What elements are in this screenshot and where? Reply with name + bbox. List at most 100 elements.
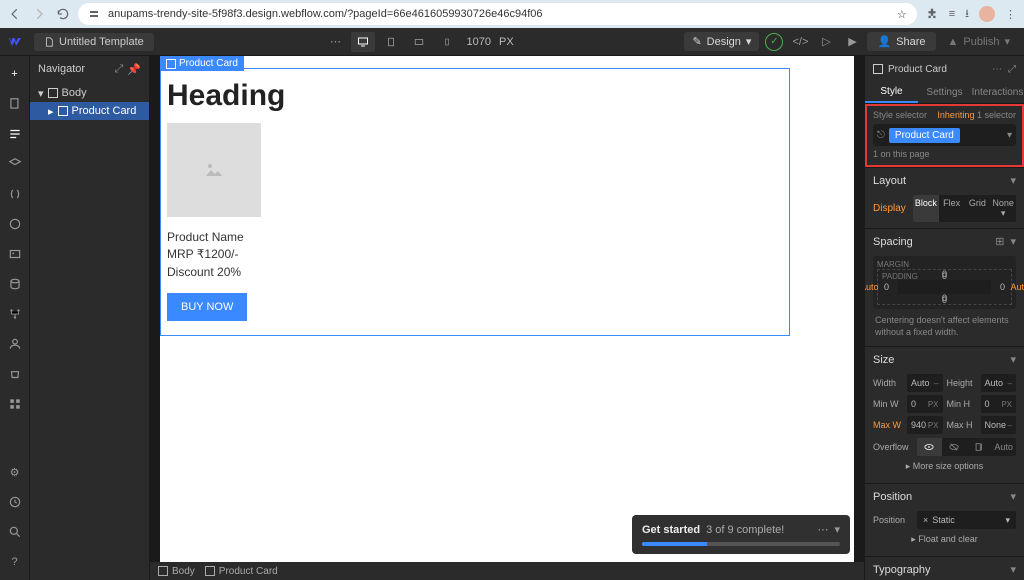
overflow-scroll-icon[interactable] [967,438,992,456]
download-icon[interactable]: ⭳ [965,5,969,24]
components-icon[interactable] [3,152,27,176]
reload-icon[interactable] [56,7,70,21]
code-icon[interactable]: </> [789,31,811,53]
tab-style[interactable]: Style [865,82,918,103]
tablet-landscape-icon[interactable] [407,32,431,52]
collapse-icon[interactable]: ⤢ [114,63,123,76]
star-icon[interactable]: ☆ [897,8,907,21]
overflow-hidden-icon[interactable] [942,438,967,456]
mobile-icon[interactable] [435,32,459,52]
selector-label: Style selector [873,110,927,120]
ecommerce-icon[interactable] [3,362,27,386]
pages-icon[interactable] [3,92,27,116]
padding-top[interactable]: 0 [942,271,947,281]
logic-icon[interactable] [3,302,27,326]
width-input[interactable]: Auto– [907,374,943,392]
navigator-icon[interactable] [3,122,27,146]
overflow-visible-icon[interactable] [917,438,942,456]
tab-settings[interactable]: Settings [918,82,971,103]
help-icon[interactable]: ? [3,550,27,574]
site-info-icon[interactable] [88,8,100,20]
product-text[interactable]: Product Name MRP ₹1200/- Discount 20% [167,229,783,281]
publish-button[interactable]: ▲ Publish ▾ [940,32,1019,51]
display-flex[interactable]: Flex [939,195,965,222]
forward-icon[interactable] [32,7,46,21]
toast-more-icon[interactable]: ⋯ [817,523,828,536]
audit-icon[interactable] [3,490,27,514]
padding-left[interactable]: 0 [884,282,889,292]
collapse-icon[interactable]: ▾ [1010,353,1016,366]
page-tab[interactable]: Untitled Template [34,33,154,51]
settings-icon[interactable]: ⚙ [3,460,27,484]
cms-icon[interactable] [3,272,27,296]
status-check-icon[interactable]: ✓ [763,31,785,53]
close-icon[interactable]: × [923,515,928,525]
float-clear[interactable]: ▸ Float and clear [873,529,1016,550]
add-icon[interactable]: + [3,62,27,86]
pin-icon[interactable]: 📌 [127,63,141,76]
webflow-logo-icon[interactable] [6,33,24,51]
crumb-body[interactable]: Body [158,566,195,577]
more-icon[interactable]: ⋯ [325,31,347,53]
margin-left[interactable]: Auto [864,282,879,292]
overflow-auto[interactable]: Auto [991,438,1016,456]
height-input[interactable]: Auto– [981,374,1017,392]
assets-icon[interactable] [3,242,27,266]
heading[interactable]: Heading [167,79,783,113]
product-card-element[interactable]: Product Card Heading Product Name MRP ₹1… [160,68,790,336]
canvas[interactable]: Product Card Heading Product Name MRP ₹1… [160,56,854,562]
canvas-width[interactable]: 1070 [467,36,491,48]
margin-right[interactable]: Auto [1010,282,1024,292]
position-select[interactable]: × Static ▾ [917,511,1016,529]
more-size-options[interactable]: ▸ More size options [873,456,1016,477]
collapse-icon[interactable]: ▾ [1010,235,1016,248]
display-block[interactable]: Block [913,195,939,222]
display-none[interactable]: None ▾ [990,195,1016,222]
apps-icon[interactable] [3,392,27,416]
get-started-toast[interactable]: Get started 3 of 9 complete! ⋯ ▾ [632,515,850,554]
crumb-product-card[interactable]: Product Card [205,566,278,577]
minw-input[interactable]: 0PX [907,395,943,413]
display-grid[interactable]: Grid [965,195,991,222]
profile-avatar[interactable] [979,6,995,22]
variables-icon[interactable] [3,182,27,206]
class-selector[interactable]: ⎋ Product Card ▾ [873,124,1016,146]
collapse-icon[interactable]: ▾ [1010,490,1016,503]
collapse-icon[interactable]: ▾ [1010,174,1016,187]
div-icon [58,106,68,116]
list-icon[interactable]: ≡ [949,8,955,20]
preview-icon[interactable]: ▷ [815,31,837,53]
design-mode-button[interactable]: ✎ Design ▾ [684,32,759,51]
styles-icon[interactable] [3,212,27,236]
navigator-panel: Navigator ⤢ 📌 ▾ Body ▸ Product Card [30,56,150,580]
kebab-icon[interactable]: ⋮ [1005,8,1016,21]
class-pill[interactable]: Product Card [889,128,960,143]
back-icon[interactable] [8,7,22,21]
collapse-icon[interactable]: ▾ [1010,563,1016,576]
style-tabs: Style Settings Interactions [865,82,1024,104]
spacing-editor[interactable]: MARGIN 0 0 Auto Auto PADDING 0 0 0 0 [873,256,1016,309]
play-icon[interactable]: ▶ [841,31,863,53]
padding-bottom[interactable]: 0 [942,293,947,303]
search-icon[interactable] [3,520,27,544]
tab-interactions[interactable]: Interactions [971,82,1024,103]
minh-input[interactable]: 0PX [981,395,1017,413]
spacing-preset-icon[interactable]: ⊞ [995,235,1004,248]
padding-right[interactable]: 0 [1000,282,1005,292]
url-bar[interactable]: anupams-trendy-site-5f98f3.design.webflo… [78,3,917,25]
tablet-icon[interactable] [379,32,403,52]
share-button[interactable]: 👤 Share [867,32,935,51]
buy-now-button[interactable]: BUY NOW [167,293,247,321]
chevron-down-icon[interactable]: ▾ [1007,130,1012,141]
toast-chevron-icon[interactable]: ▾ [834,523,840,536]
nav-item-product-card[interactable]: ▸ Product Card [30,102,149,120]
image-placeholder[interactable] [167,123,261,217]
extensions-icon[interactable] [925,7,939,21]
users-icon[interactable] [3,332,27,356]
maxw-input[interactable]: 940PX [907,416,943,434]
desktop-icon[interactable] [351,32,375,52]
maxh-input[interactable]: None– [981,416,1017,434]
nav-item-body[interactable]: ▾ Body [30,84,149,102]
expand-icon[interactable]: ⤢ [1008,64,1016,75]
more-icon[interactable]: ⋯ [992,64,1002,75]
